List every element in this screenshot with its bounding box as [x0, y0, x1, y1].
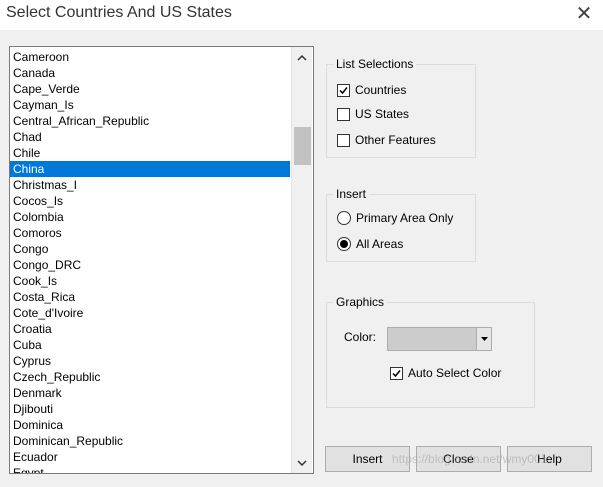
- checkbox-box[interactable]: [337, 83, 350, 97]
- auto-select-color-label: Auto Select Color: [408, 366, 502, 380]
- list-item[interactable]: Christmas_I: [10, 177, 290, 193]
- country-listbox[interactable]: Cameroon Canada Cape_Verde Cayman_Is Central…: [9, 46, 314, 474]
- other-features-checkbox[interactable]: Other Features: [337, 131, 436, 149]
- list-item[interactable]: Croatia: [10, 321, 290, 337]
- list-selections-title: List Selections: [333, 57, 417, 71]
- color-label: Color:: [344, 330, 377, 344]
- watermark-text: https://blog.csdn.net/wmy001: [392, 452, 548, 466]
- list-item[interactable]: Cook_Is: [10, 273, 290, 289]
- list-item[interactable]: Cote_d'Ivoire: [10, 305, 290, 321]
- primary-area-only-radio[interactable]: Primary Area Only: [337, 209, 453, 227]
- list-item[interactable]: Chad: [10, 129, 290, 145]
- list-item[interactable]: Ecuador: [10, 449, 290, 465]
- countries-checkbox[interactable]: Countries: [337, 81, 406, 99]
- checkbox-box[interactable]: [390, 366, 403, 380]
- auto-select-color-checkbox[interactable]: Auto Select Color: [390, 364, 501, 382]
- list-item[interactable]: Cameroon: [10, 49, 290, 65]
- list-item[interactable]: Congo_DRC: [10, 257, 290, 273]
- insert-group-title: Insert: [333, 187, 370, 201]
- countries-label: Countries: [355, 83, 407, 97]
- window-title: Select Countries And US States: [6, 4, 232, 21]
- list-item[interactable]: Dominica: [10, 417, 290, 433]
- graphics-group: Graphics Color: Auto Select Color: [326, 295, 535, 408]
- color-dropdown[interactable]: [387, 327, 492, 351]
- radio-button[interactable]: [337, 211, 351, 225]
- list-item[interactable]: Congo: [10, 241, 290, 257]
- list-item[interactable]: Chile: [10, 145, 290, 161]
- radio-dot: [340, 240, 348, 248]
- title-bar: Select Countries And US States ✕: [0, 0, 603, 30]
- us-states-checkbox[interactable]: US States: [337, 105, 409, 123]
- list-item[interactable]: China: [10, 161, 290, 177]
- list-item[interactable]: Colombia: [10, 209, 290, 225]
- list-item[interactable]: Comoros: [10, 225, 290, 241]
- radio-button[interactable]: [337, 237, 351, 251]
- close-icon[interactable]: ✕: [570, 3, 598, 25]
- graphics-group-title: Graphics: [333, 295, 388, 309]
- all-areas-radio[interactable]: All Areas: [337, 235, 403, 253]
- list-item[interactable]: Dominican_Republic: [10, 433, 290, 449]
- list-selections-group: List Selections Countries US States Othe…: [326, 57, 476, 158]
- list-item[interactable]: Canada: [10, 65, 290, 81]
- country-list-items: Cameroon Canada Cape_Verde Cayman_Is Central…: [10, 49, 290, 473]
- scroll-thumb[interactable]: [294, 127, 311, 165]
- us-states-label: US States: [355, 107, 410, 121]
- list-item[interactable]: Cuba: [10, 337, 290, 353]
- checkbox-box[interactable]: [337, 107, 350, 121]
- checkbox-box[interactable]: [337, 133, 350, 147]
- all-areas-label: All Areas: [356, 237, 404, 251]
- list-item[interactable]: Denmark: [10, 385, 290, 401]
- scroll-up-icon[interactable]: [292, 47, 312, 67]
- list-item[interactable]: Central_African_Republic: [10, 113, 290, 129]
- list-item[interactable]: Cape_Verde: [10, 81, 290, 97]
- list-item[interactable]: Egypt: [10, 465, 290, 473]
- list-item[interactable]: Djibouti: [10, 401, 290, 417]
- scroll-down-icon[interactable]: [292, 453, 312, 473]
- vertical-scrollbar[interactable]: [291, 47, 312, 473]
- primary-area-only-label: Primary Area Only: [356, 211, 454, 225]
- list-item[interactable]: Cayman_Is: [10, 97, 290, 113]
- list-item[interactable]: Cocos_Is: [10, 193, 290, 209]
- list-item[interactable]: Costa_Rica: [10, 289, 290, 305]
- other-features-label: Other Features: [355, 133, 436, 147]
- list-item[interactable]: Cyprus: [10, 353, 290, 369]
- list-item[interactable]: Czech_Republic: [10, 369, 290, 385]
- insert-group: Insert Primary Area Only All Areas: [326, 187, 476, 262]
- dropdown-arrow-icon[interactable]: [476, 328, 491, 350]
